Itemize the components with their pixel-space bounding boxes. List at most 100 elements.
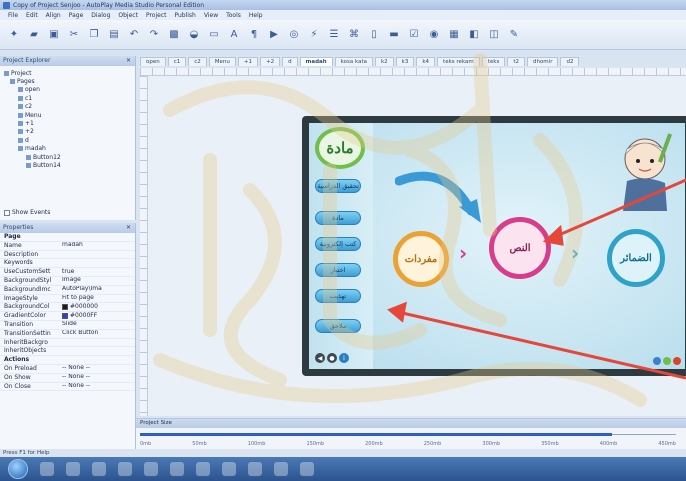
checkbox-icon[interactable] (4, 209, 10, 216)
side-button[interactable]: تهذيب (315, 289, 361, 303)
tab-menu[interactable]: Menu (208, 57, 236, 66)
property-value-color[interactable]: #0000FF (62, 312, 135, 320)
title-circle[interactable]: مادة (315, 127, 365, 169)
media-task-icon[interactable] (66, 462, 80, 476)
property-value[interactable]: true (62, 268, 135, 276)
browser-task-icon[interactable] (92, 462, 106, 476)
copy-icon[interactable]: ❐ (86, 27, 102, 43)
undo-icon[interactable]: ↶ (126, 27, 142, 43)
property-section[interactable]: Actions (0, 356, 135, 365)
panel-close-icon[interactable]: ✕ (126, 223, 131, 233)
powerpoint-task-icon[interactable] (248, 462, 262, 476)
cut-icon[interactable]: ✂ (66, 27, 82, 43)
tree-item-page[interactable]: madah (4, 145, 131, 153)
property-value[interactable]: Fit to page (62, 295, 135, 303)
menu-dialog[interactable]: Dialog (87, 12, 114, 19)
sound-icon[interactable] (653, 357, 661, 365)
tab-k4[interactable]: k4 (416, 57, 436, 66)
property-value[interactable]: -- None -- (62, 383, 135, 391)
menu-tools[interactable]: Tools (222, 12, 245, 19)
property-value[interactable]: -- None -- (62, 374, 135, 382)
tree-item-project[interactable]: Project (4, 69, 131, 77)
property-row[interactable]: ImageStyle Fit to page (0, 295, 135, 304)
menu-project[interactable]: Project (142, 12, 171, 19)
side-button[interactable]: كتب إلكترونية (315, 237, 361, 251)
tab-kosa-kata[interactable]: kosa kata (334, 57, 373, 66)
tree-object-icon[interactable]: ⌘ (346, 27, 362, 43)
home-icon[interactable]: ● (327, 353, 337, 363)
menu-align[interactable]: Align (42, 12, 65, 19)
property-value-color[interactable]: #000000 (62, 303, 135, 311)
menu-help[interactable]: Help (245, 12, 267, 19)
exit-icon[interactable] (673, 357, 681, 365)
property-row[interactable]: On Show -- None -- (0, 374, 135, 383)
pronouns-circle[interactable]: الضمائر (607, 229, 665, 287)
property-value[interactable]: AutoPlay\Ima (62, 286, 135, 294)
tab-dhomir[interactable]: dhomir (526, 57, 559, 66)
paragraph-object-icon[interactable]: ¶ (246, 27, 262, 43)
menu-edit[interactable]: Edit (22, 12, 42, 19)
property-row[interactable]: On Close -- None -- (0, 383, 135, 392)
paint-task-icon[interactable] (170, 462, 184, 476)
property-value[interactable] (62, 347, 135, 355)
tab-plus2[interactable]: +2 (260, 57, 281, 66)
side-button[interactable]: تحقيق الدراسية (315, 179, 361, 193)
redo-icon[interactable]: ↷ (146, 27, 162, 43)
save-icon[interactable]: ▣ (46, 27, 62, 43)
text-circle[interactable]: النص (489, 217, 551, 279)
page-preview[interactable]: مادة تحقيق الدراسية مادة كتب إلكترونية ا… (302, 116, 686, 376)
property-row[interactable]: Name madah (0, 242, 135, 251)
settings-task-icon[interactable] (300, 462, 314, 476)
property-value[interactable]: -- None -- (62, 365, 135, 373)
plugin-object-icon[interactable]: ◫ (486, 27, 502, 43)
tree-item-page[interactable]: open (4, 86, 131, 94)
tab-teks[interactable]: teks (481, 57, 506, 66)
firefox-task-icon[interactable] (144, 462, 158, 476)
tab-open[interactable]: open (140, 57, 166, 66)
property-value[interactable]: Slide (62, 321, 135, 329)
tree-item-page[interactable]: c1 (4, 94, 131, 102)
explorer-task-icon[interactable] (40, 462, 54, 476)
property-value[interactable] (62, 339, 135, 347)
input-object-icon[interactable]: ▯ (366, 27, 382, 43)
tree-item-object[interactable]: Button12 (4, 153, 131, 161)
tab-d[interactable]: d (282, 57, 298, 66)
property-row[interactable]: GradientColor #0000FF (0, 312, 135, 321)
progress-object-icon[interactable]: ▬ (386, 27, 402, 43)
tree-item-page[interactable]: c2 (4, 103, 131, 111)
property-value[interactable]: Image (62, 277, 135, 285)
design-canvas[interactable]: مادة تحقيق الدراسية مادة كتب إلكترونية ا… (140, 68, 686, 416)
tab-k2[interactable]: k2 (374, 57, 394, 66)
property-row[interactable]: Description (0, 251, 135, 260)
new-project-icon[interactable]: ✦ (6, 27, 22, 43)
button-object-icon[interactable]: ▭ (206, 27, 222, 43)
property-row[interactable]: UseCustomSett true (0, 268, 135, 277)
open-folder-icon[interactable]: ▰ (26, 27, 42, 43)
tree-item-page[interactable]: +1 (4, 119, 131, 127)
slideshow-object-icon[interactable]: ◧ (466, 27, 482, 43)
tree-item-pages[interactable]: Pages (4, 77, 131, 85)
tab-c1[interactable]: c1 (167, 57, 187, 66)
menu-page[interactable]: Page (65, 12, 88, 19)
back-icon[interactable]: ◀ (315, 353, 325, 363)
word-task-icon[interactable] (222, 462, 236, 476)
menu-file[interactable]: File (4, 12, 22, 19)
start-button[interactable] (8, 459, 28, 479)
autoplay-task-icon[interactable] (196, 462, 210, 476)
video-object-icon[interactable]: ▶ (266, 27, 282, 43)
menu-publish[interactable]: Publish (170, 12, 199, 19)
panel-close-icon[interactable]: ✕ (126, 56, 131, 66)
paste-icon[interactable]: ▤ (106, 27, 122, 43)
flash-object-icon[interactable]: ⚡ (306, 27, 322, 43)
property-row[interactable]: InheritObjects (0, 347, 135, 357)
property-value[interactable] (62, 251, 135, 259)
property-row[interactable]: On Preload -- None -- (0, 365, 135, 374)
show-events-checkbox[interactable]: Show Events (4, 209, 50, 216)
property-row[interactable]: Keywords (0, 259, 135, 269)
tree-item-page[interactable]: +2 (4, 128, 131, 136)
property-value[interactable] (62, 259, 135, 267)
property-section[interactable]: Page (0, 233, 135, 242)
tab-t2[interactable]: t2 (507, 57, 525, 66)
side-button[interactable]: ملاحق (315, 319, 361, 333)
shape-object-icon[interactable]: ◒ (186, 27, 202, 43)
